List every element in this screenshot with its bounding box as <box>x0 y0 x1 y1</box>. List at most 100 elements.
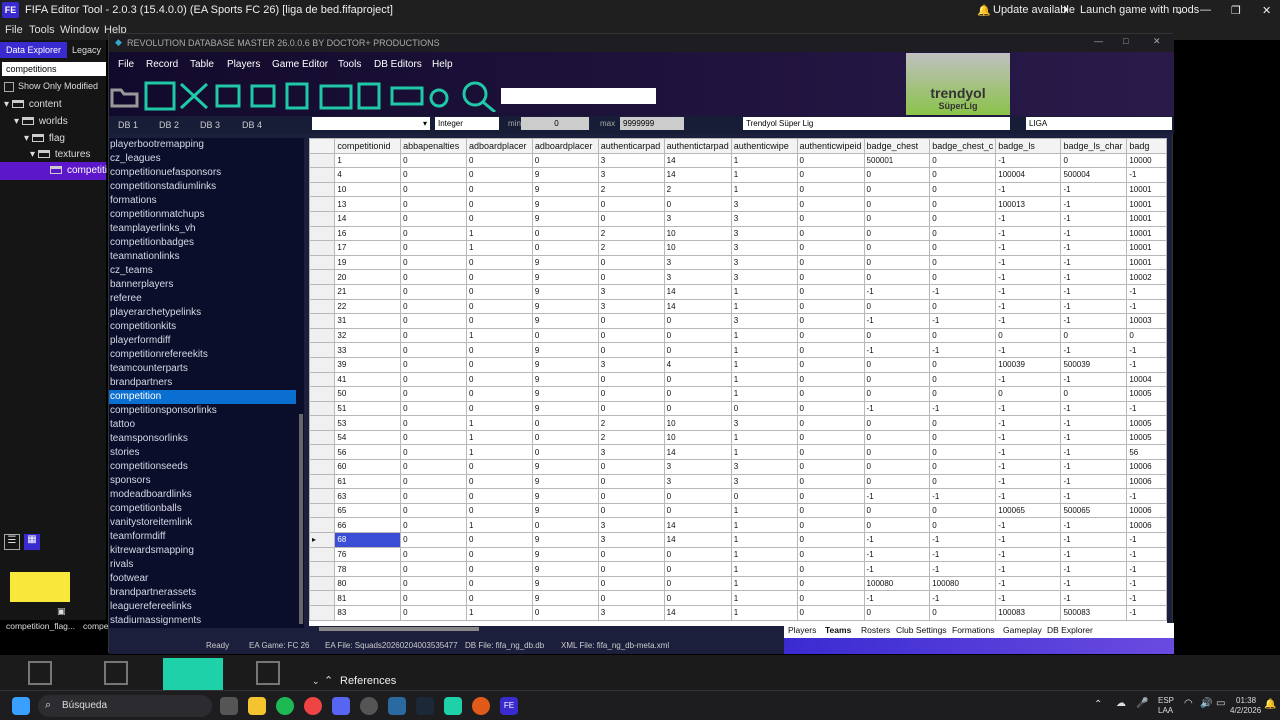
grid-cell[interactable]: -1 <box>1060 561 1128 577</box>
grid-cell[interactable]: 3 <box>730 225 798 242</box>
grid-cell[interactable]: 0 <box>465 575 533 592</box>
grid-cell[interactable]: 0 <box>597 502 665 519</box>
grid-cell[interactable]: 100083 <box>995 605 1062 621</box>
grid-cell[interactable]: -1 <box>1060 240 1128 256</box>
chrome-icon[interactable] <box>304 697 322 715</box>
grid-cell[interactable]: -1 <box>1060 371 1128 388</box>
grid-cell[interactable]: 3 <box>730 269 798 285</box>
table-list-item[interactable]: competitionkits <box>109 320 296 334</box>
grid-cell[interactable]: 0 <box>400 225 467 242</box>
grid-cell[interactable]: 0 <box>1126 327 1167 344</box>
menu-game-editor[interactable]: Game Editor <box>272 59 328 70</box>
grid-cell[interactable]: 0 <box>531 327 599 344</box>
grid-cell[interactable]: 3 <box>597 605 665 621</box>
grid-cell[interactable]: 9 <box>531 298 599 315</box>
grid-cell[interactable]: -1 <box>995 210 1062 227</box>
row-header[interactable] <box>309 502 336 519</box>
table-list-item[interactable]: teamsponsorlinks <box>109 432 296 446</box>
grid-cell[interactable]: 3 <box>730 313 798 329</box>
close-button[interactable]: ✕ <box>1153 36 1161 47</box>
row-header[interactable] <box>309 283 336 300</box>
grid-cell[interactable]: 0 <box>400 371 467 388</box>
row-header[interactable] <box>309 517 336 534</box>
grid-cell[interactable]: 4 <box>334 167 402 183</box>
grid-cell[interactable]: 9 <box>531 400 599 417</box>
max-input[interactable]: 9999999 <box>620 117 684 130</box>
grid-cell[interactable]: 0 <box>796 196 865 212</box>
grid-cell[interactable]: 0 <box>796 415 865 431</box>
tab-formations[interactable]: Formations <box>952 625 995 635</box>
grid-cell[interactable]: 1 <box>730 386 798 402</box>
grid-cell[interactable]: -1 <box>1060 546 1128 563</box>
grid-cell[interactable]: -1 <box>863 546 931 563</box>
grid-cell[interactable]: 0 <box>863 225 931 242</box>
grid-cell[interactable]: 0 <box>465 356 533 373</box>
close-button[interactable]: ✕ <box>1262 4 1271 17</box>
table-list-item[interactable]: sponsors <box>109 474 296 488</box>
grid-cell[interactable]: -1 <box>929 283 997 300</box>
table-list-item[interactable]: competitionstadiumlinks <box>109 180 296 194</box>
row-header[interactable] <box>309 400 336 417</box>
grid-cell[interactable]: 0 <box>796 400 865 417</box>
league-select[interactable]: Trendyol Süper Lig <box>743 117 1010 130</box>
grid-cell[interactable]: 0 <box>597 488 665 504</box>
grid-cell[interactable]: 0 <box>796 269 865 285</box>
grid-cell[interactable]: 3 <box>597 298 665 315</box>
grid-cell[interactable]: 21 <box>334 283 402 300</box>
table-row[interactable]: 61 0 0 9 0 3 3 0 0 0 -1 -1 10006 <box>309 473 1167 490</box>
grid-cell[interactable]: 0 <box>597 473 665 490</box>
grid-cell[interactable]: -1 <box>863 488 931 504</box>
row-header[interactable] <box>309 225 336 242</box>
grid-cell[interactable]: 0 <box>597 313 665 329</box>
grid-cell[interactable]: 0 <box>400 429 467 446</box>
table-row[interactable]: 4 0 0 9 3 14 1 0 0 0 100004 500004 -1 <box>309 167 1167 183</box>
table-row[interactable]: 1 0 0 0 3 14 1 0 500001 0 -1 0 10000 <box>309 152 1167 169</box>
grid-cell[interactable]: 0 <box>597 210 665 227</box>
grid-cell[interactable]: 14 <box>663 167 732 183</box>
grid-cell[interactable]: 1 <box>465 605 533 621</box>
column-header[interactable]: badge_chest <box>863 138 931 154</box>
taskbar-search[interactable]: ⌕ Búsqueda <box>38 695 212 717</box>
search-input[interactable]: competitions <box>2 62 106 76</box>
grid-cell[interactable]: -1 <box>1126 488 1167 504</box>
grid-cell[interactable]: 0 <box>796 386 865 402</box>
grid-cell[interactable]: 0 <box>597 327 665 344</box>
grid-cell[interactable]: 9 <box>531 342 599 358</box>
grid-cell[interactable]: 2 <box>597 415 665 431</box>
table-row[interactable]: 14 0 0 9 0 3 3 0 0 0 -1 -1 10001 <box>309 210 1167 227</box>
tab-db2[interactable]: DB 2 <box>159 120 179 130</box>
column-header[interactable]: badge_chest_c <box>929 138 997 154</box>
grid-cell[interactable]: 0 <box>796 327 865 344</box>
tree-item-flag[interactable]: ▾ flag <box>24 133 65 144</box>
grid-cell[interactable]: 0 <box>796 590 865 606</box>
grid-cell[interactable]: 0 <box>663 371 732 388</box>
grid-cell[interactable]: 0 <box>1060 327 1128 344</box>
grid-cell[interactable]: -1 <box>863 400 931 417</box>
grid-cell[interactable]: 0 <box>400 167 467 183</box>
grid-cell[interactable]: 54 <box>334 429 402 446</box>
grid-cell[interactable]: 0 <box>796 546 865 563</box>
grid-cell[interactable]: 0 <box>465 269 533 285</box>
grid-cell[interactable]: 0 <box>663 502 732 519</box>
grid-cell[interactable]: -1 <box>1060 313 1128 329</box>
column-header[interactable]: authenticwipeid <box>796 138 865 154</box>
grid-cell[interactable]: -1 <box>1060 459 1128 475</box>
tab-teams[interactable]: Teams <box>825 625 851 635</box>
grid-cell[interactable]: -1 <box>995 225 1062 242</box>
grid-cell[interactable]: 19 <box>334 254 402 271</box>
chevron-up-icon[interactable]: ⌃ <box>324 674 333 687</box>
table-list-item[interactable]: kitrewardsmapping <box>109 544 296 558</box>
table-list-item[interactable]: stadiumassignments <box>109 614 296 628</box>
grid-cell[interactable]: -1 <box>995 240 1062 256</box>
grid-cell[interactable]: 3 <box>663 473 732 490</box>
grid-cell[interactable]: 0 <box>730 400 798 417</box>
row-header[interactable] <box>309 575 336 592</box>
grid-cell[interactable]: 0 <box>929 429 997 446</box>
table-row[interactable]: 31 0 0 9 0 0 3 0 -1 -1 -1 -1 10003 <box>309 313 1167 329</box>
menu-tools[interactable]: Tools <box>338 59 361 70</box>
table-row[interactable]: 10 0 0 9 2 2 1 0 0 0 -1 -1 10001 <box>309 181 1167 198</box>
grid-cell[interactable]: 0 <box>465 371 533 388</box>
grid-cell[interactable]: 0 <box>796 254 865 271</box>
grid-cell[interactable]: 3 <box>730 415 798 431</box>
grid-cell[interactable]: 83 <box>334 605 402 621</box>
